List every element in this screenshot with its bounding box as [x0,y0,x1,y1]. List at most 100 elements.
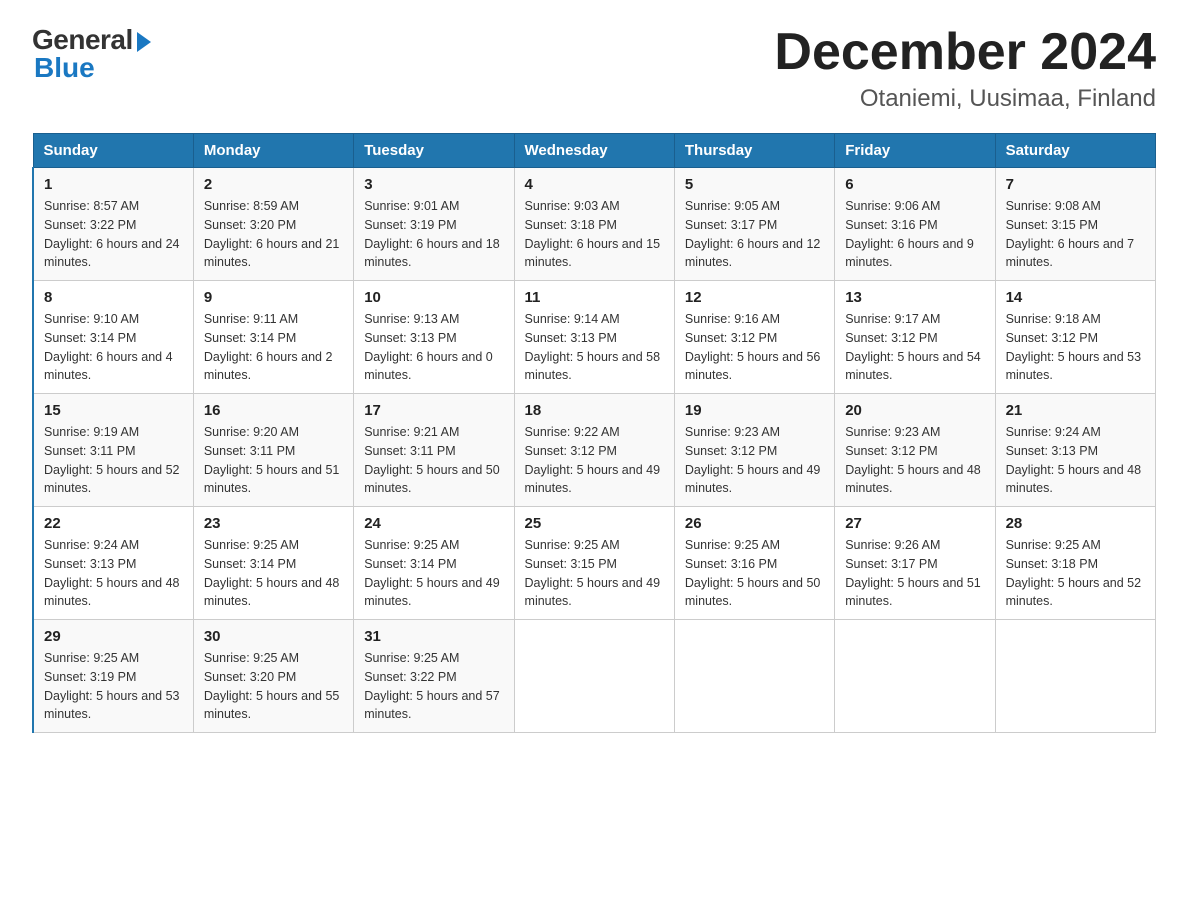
day-cell: 9 Sunrise: 9:11 AMSunset: 3:14 PMDaylight… [193,281,353,394]
header-tuesday: Tuesday [354,134,514,168]
calendar-table: SundayMondayTuesdayWednesdayThursdayFrid… [32,133,1156,733]
day-cell: 7 Sunrise: 9:08 AMSunset: 3:15 PMDaylight… [995,168,1155,281]
day-number: 11 [525,289,664,306]
day-info: Sunrise: 9:26 AMSunset: 3:17 PMDaylight:… [845,536,984,611]
day-cell: 6Sunrise: 9:06 AMSunset: 3:16 PMDaylight… [835,168,995,281]
day-info: Sunrise: 9:01 AMSunset: 3:19 PMDaylight:… [364,197,503,272]
day-info: Sunrise: 9:25 AMSunset: 3:14 PMDaylight:… [204,536,343,611]
day-info: Sunrise: 9:25 AMSunset: 3:14 PMDaylight:… [364,536,503,611]
day-info: Sunrise: 9:19 AMSunset: 3:11 PMDaylight:… [44,423,183,498]
day-info: Sunrise: 9:25 AMSunset: 3:19 PMDaylight:… [44,649,183,724]
header-thursday: Thursday [674,134,834,168]
day-number: 12 [685,289,824,306]
day-number: 1 [44,176,183,193]
day-number: 14 [1006,289,1145,306]
day-cell: 26 Sunrise: 9:25 AMSunset: 3:16 PMDayligh… [674,507,834,620]
day-info: Sunrise: 9:11 AMSunset: 3:14 PMDaylight:… [204,310,343,385]
header-sunday: Sunday [33,134,193,168]
day-info: Sunrise: 9:05 AMSunset: 3:17 PMDaylight:… [685,197,824,272]
day-info: Sunrise: 9:23 AMSunset: 3:12 PMDaylight:… [845,423,984,498]
day-cell: 30Sunrise: 9:25 AMSunset: 3:20 PMDayligh… [193,620,353,733]
logo: General Blue [32,24,151,84]
day-cell [995,620,1155,733]
day-info: Sunrise: 9:23 AMSunset: 3:12 PMDaylight:… [685,423,824,498]
week-row-2: 8 Sunrise: 9:10 AMSunset: 3:14 PMDaylight… [33,281,1156,394]
day-cell: 2 Sunrise: 8:59 AMSunset: 3:20 PMDaylight… [193,168,353,281]
day-cell: 20 Sunrise: 9:23 AMSunset: 3:12 PMDayligh… [835,394,995,507]
day-cell: 28 Sunrise: 9:25 AMSunset: 3:18 PMDayligh… [995,507,1155,620]
day-info: Sunrise: 9:10 AMSunset: 3:14 PMDaylight:… [44,310,183,385]
day-info: Sunrise: 9:20 AMSunset: 3:11 PMDaylight:… [204,423,343,498]
day-number: 22 [44,515,183,532]
day-number: 2 [204,176,343,193]
title-block: December 2024 Otaniemi, Uusimaa, Finland [774,24,1156,113]
day-cell: 29 Sunrise: 9:25 AMSunset: 3:19 PMDayligh… [33,620,193,733]
day-cell: 21Sunrise: 9:24 AMSunset: 3:13 PMDayligh… [995,394,1155,507]
day-cell: 11 Sunrise: 9:14 AMSunset: 3:13 PMDayligh… [514,281,674,394]
day-number: 6 [845,176,984,193]
day-info: Sunrise: 9:17 AMSunset: 3:12 PMDaylight:… [845,310,984,385]
week-row-3: 15 Sunrise: 9:19 AMSunset: 3:11 PMDayligh… [33,394,1156,507]
day-cell: 12Sunrise: 9:16 AMSunset: 3:12 PMDayligh… [674,281,834,394]
page-header: General Blue December 2024 Otaniemi, Uus… [32,24,1156,113]
day-number: 24 [364,515,503,532]
day-cell [674,620,834,733]
day-number: 25 [525,515,664,532]
day-info: Sunrise: 9:25 AMSunset: 3:22 PMDaylight:… [364,649,503,724]
day-cell [514,620,674,733]
day-cell: 19 Sunrise: 9:23 AMSunset: 3:12 PMDayligh… [674,394,834,507]
week-row-4: 22Sunrise: 9:24 AMSunset: 3:13 PMDayligh… [33,507,1156,620]
day-cell: 23 Sunrise: 9:25 AMSunset: 3:14 PMDayligh… [193,507,353,620]
day-number: 29 [44,628,183,645]
day-info: Sunrise: 9:22 AMSunset: 3:12 PMDaylight:… [525,423,664,498]
day-number: 23 [204,515,343,532]
day-cell: 27Sunrise: 9:26 AMSunset: 3:17 PMDayligh… [835,507,995,620]
day-number: 26 [685,515,824,532]
day-number: 7 [1006,176,1145,193]
day-number: 31 [364,628,503,645]
day-cell: 4 Sunrise: 9:03 AMSunset: 3:18 PMDaylight… [514,168,674,281]
day-cell: 31 Sunrise: 9:25 AMSunset: 3:22 PMDayligh… [354,620,514,733]
day-number: 20 [845,402,984,419]
day-info: Sunrise: 9:24 AMSunset: 3:13 PMDaylight:… [1006,423,1145,498]
logo-arrow-icon [137,32,151,52]
logo-blue-text: Blue [34,52,95,84]
day-number: 8 [44,289,183,306]
day-info: Sunrise: 9:08 AMSunset: 3:15 PMDaylight:… [1006,197,1145,272]
header-friday: Friday [835,134,995,168]
day-number: 5 [685,176,824,193]
day-info: Sunrise: 9:14 AMSunset: 3:13 PMDaylight:… [525,310,664,385]
day-cell: 1Sunrise: 8:57 AMSunset: 3:22 PMDaylight… [33,168,193,281]
day-number: 19 [685,402,824,419]
location-title: Otaniemi, Uusimaa, Finland [774,85,1156,113]
day-number: 10 [364,289,503,306]
header-monday: Monday [193,134,353,168]
day-info: Sunrise: 9:25 AMSunset: 3:20 PMDaylight:… [204,649,343,724]
day-number: 4 [525,176,664,193]
day-number: 28 [1006,515,1145,532]
day-cell: 18 Sunrise: 9:22 AMSunset: 3:12 PMDayligh… [514,394,674,507]
day-number: 17 [364,402,503,419]
day-cell [835,620,995,733]
day-info: Sunrise: 8:59 AMSunset: 3:20 PMDaylight:… [204,197,343,272]
day-info: Sunrise: 9:25 AMSunset: 3:18 PMDaylight:… [1006,536,1145,611]
week-row-5: 29 Sunrise: 9:25 AMSunset: 3:19 PMDayligh… [33,620,1156,733]
day-cell: 17 Sunrise: 9:21 AMSunset: 3:11 PMDayligh… [354,394,514,507]
day-number: 18 [525,402,664,419]
day-info: Sunrise: 9:13 AMSunset: 3:13 PMDaylight:… [364,310,503,385]
day-number: 3 [364,176,503,193]
day-cell: 3 Sunrise: 9:01 AMSunset: 3:19 PMDaylight… [354,168,514,281]
day-number: 15 [44,402,183,419]
header-saturday: Saturday [995,134,1155,168]
day-info: Sunrise: 9:21 AMSunset: 3:11 PMDaylight:… [364,423,503,498]
day-info: Sunrise: 9:03 AMSunset: 3:18 PMDaylight:… [525,197,664,272]
day-info: Sunrise: 9:18 AMSunset: 3:12 PMDaylight:… [1006,310,1145,385]
day-info: Sunrise: 9:25 AMSunset: 3:15 PMDaylight:… [525,536,664,611]
day-number: 9 [204,289,343,306]
day-cell: 16 Sunrise: 9:20 AMSunset: 3:11 PMDayligh… [193,394,353,507]
day-cell: 22Sunrise: 9:24 AMSunset: 3:13 PMDayligh… [33,507,193,620]
day-cell: 25 Sunrise: 9:25 AMSunset: 3:15 PMDayligh… [514,507,674,620]
day-number: 16 [204,402,343,419]
day-cell: 24 Sunrise: 9:25 AMSunset: 3:14 PMDayligh… [354,507,514,620]
day-info: Sunrise: 9:25 AMSunset: 3:16 PMDaylight:… [685,536,824,611]
